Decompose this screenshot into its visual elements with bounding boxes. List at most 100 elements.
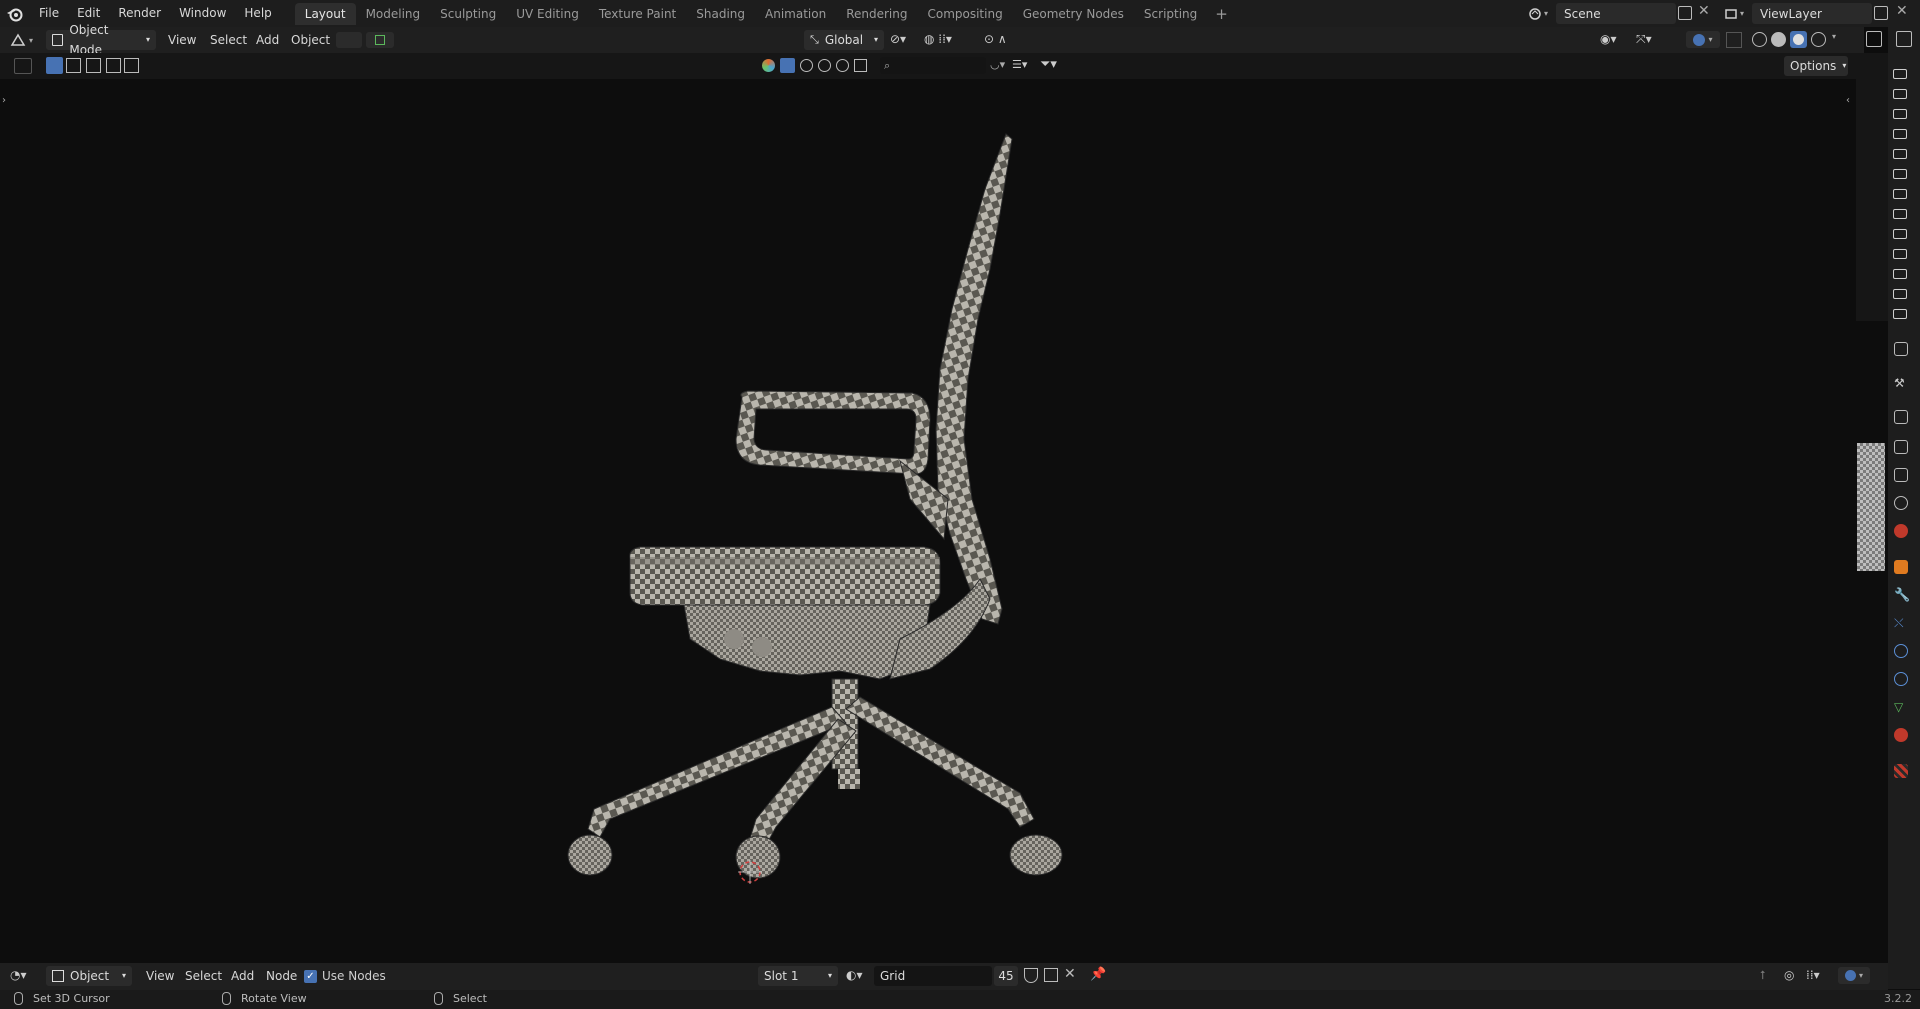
node-snap-dropdown-icon[interactable]: ⁞⁞▾ [1806,968,1820,982]
view-layer-icon[interactable]: ▾ [1724,5,1750,22]
tab-modeling[interactable]: Modeling [356,3,431,25]
overlay-icon[interactable]: ▾ [1686,31,1720,48]
camera-filter-icon[interactable] [836,59,849,72]
tab-shading[interactable]: Shading [686,3,755,25]
output-icon[interactable] [1894,440,1908,454]
node-view-menu[interactable]: View [146,966,174,986]
scene-icon[interactable] [1894,496,1908,510]
xray-icon[interactable] [1726,32,1742,48]
empty-filter-icon[interactable] [854,59,867,72]
transform-orientation-dropdown[interactable]: ⤡ Global ▾ [804,30,884,50]
gizmo-icon[interactable]: ⤧▾ [1636,32,1652,47]
node-select-menu[interactable]: Select [185,966,222,986]
menu-help[interactable]: Help [235,0,280,27]
add-workspace-button[interactable]: + [1207,5,1236,23]
world-icon[interactable] [1894,524,1908,538]
camera-icon[interactable] [1893,69,1907,79]
scene-name-field[interactable]: Scene [1556,3,1676,24]
camera-icon[interactable] [1893,89,1907,99]
shading-rendered-icon[interactable] [1811,32,1826,47]
3d-viewport[interactable]: › ‹ ⊕ ✋ [0,79,1856,963]
tab-geometry-nodes[interactable]: Geometry Nodes [1013,3,1134,25]
camera-icon[interactable] [1893,229,1907,239]
unlink-material-icon[interactable]: ✕ [1064,966,1076,982]
pivot-icon[interactable]: ⊘▾ [890,32,918,48]
tab-layout[interactable]: Layout [294,2,356,25]
options-dropdown[interactable]: Options ▾ [1784,56,1848,76]
tab-rendering[interactable]: Rendering [836,3,917,25]
particles-icon[interactable]: ⤬ [1894,616,1908,630]
tab-uv-editing[interactable]: UV Editing [506,3,589,25]
constraints-icon[interactable] [1894,672,1908,686]
select-tool-icon[interactable] [14,58,32,74]
select-box-invert-icon[interactable] [106,58,121,73]
filter-dropdown-icon[interactable]: ◡▾ [990,58,1005,71]
properties-settings-icon[interactable] [1894,342,1908,356]
camera-icon[interactable] [1893,189,1907,199]
node-overlay-icon[interactable]: ▾ [1838,967,1870,984]
camera-icon[interactable] [1893,249,1907,259]
node-add-menu[interactable]: Add [231,966,254,986]
object-icon[interactable] [1894,560,1908,574]
light-filter-icon[interactable] [818,59,831,72]
view-menu[interactable]: View [168,30,196,50]
search-field[interactable]: ⌕ [880,57,986,74]
camera-icon[interactable] [1893,289,1907,299]
data-icon[interactable]: ▽ [1894,700,1908,714]
visibility-icon[interactable]: ◉▾ [1600,32,1617,46]
slot-dropdown[interactable]: Slot 1 ▾ [758,966,838,986]
camera-icon[interactable] [1893,309,1907,319]
camera-icon[interactable] [1893,169,1907,179]
properties-wrench-icon[interactable]: 🔧 [1894,588,1910,603]
material-name-field[interactable]: Grid [874,966,992,986]
snap-node-icon[interactable]: ◎ [1784,968,1794,982]
outliner-toggle-icon[interactable] [1896,31,1912,47]
select-box-subtract-icon[interactable] [86,58,101,73]
select-box-intersect-icon[interactable] [124,58,139,73]
scene-copy-icon[interactable] [1678,6,1692,20]
mode-dropdown[interactable]: Object Mode ▾ [46,23,156,57]
view-layer-icon[interactable] [1894,468,1908,482]
camera-icon[interactable] [1893,149,1907,159]
tool-icon[interactable]: ⚒ [1894,376,1908,390]
menu-file[interactable]: File [30,0,68,27]
material-users-count[interactable]: 45 [994,966,1018,986]
duplicate-material-icon[interactable] [1044,968,1058,982]
node-menu[interactable]: Node [266,966,297,986]
menu-window[interactable]: Window [170,0,235,27]
add-menu[interactable]: Add [256,30,279,50]
select-menu[interactable]: Select [210,30,247,50]
object-type-filter-icons[interactable] [762,57,867,74]
shading-material-icon[interactable] [1790,31,1807,48]
camera-icon[interactable] [1893,269,1907,279]
blender-logo-icon[interactable] [0,0,30,27]
physics-icon[interactable] [1894,644,1908,658]
scene-close-icon[interactable]: ✕ [1698,3,1710,19]
texture-icon[interactable] [1894,764,1908,778]
proportional-icon[interactable] [366,32,394,48]
shader-type-dropdown[interactable]: Object ▾ [46,966,132,986]
viewport-scrollbar-thumb[interactable] [1857,443,1885,571]
node-editor-type-icon[interactable]: ◔▾ [10,968,27,982]
select-box-new-icon[interactable] [46,57,63,74]
tab-compositing[interactable]: Compositing [917,3,1012,25]
material-icon[interactable] [1894,728,1908,742]
sphere-color-icon[interactable] [762,59,775,72]
shading-wireframe-icon[interactable] [1752,32,1767,47]
snap-icon[interactable]: ◍ ⁞⁞▾ [924,32,972,48]
snap-toggle-icon[interactable] [336,32,362,48]
pin-icon[interactable]: 📌 [1090,967,1106,982]
view-layer-close-icon[interactable]: ✕ [1896,3,1908,19]
mesh-filter-icon[interactable] [780,58,795,73]
camera-icon[interactable] [1893,209,1907,219]
editor-type-icon[interactable]: ▾ [10,32,40,48]
shading-dropdown-icon[interactable]: ▾ [1832,32,1836,41]
camera-icon[interactable] [1893,109,1907,119]
view-layer-name-field[interactable]: ViewLayer [1752,3,1872,24]
curve-filter-icon[interactable] [800,59,813,72]
sort-icon[interactable]: ☰▾ [1012,58,1027,71]
material-browse-icon[interactable]: ◐▾ [846,968,863,982]
select-box-extend-icon[interactable] [66,58,81,73]
fake-user-shield-icon[interactable] [1024,968,1038,983]
tab-texture-paint[interactable]: Texture Paint [589,3,686,25]
